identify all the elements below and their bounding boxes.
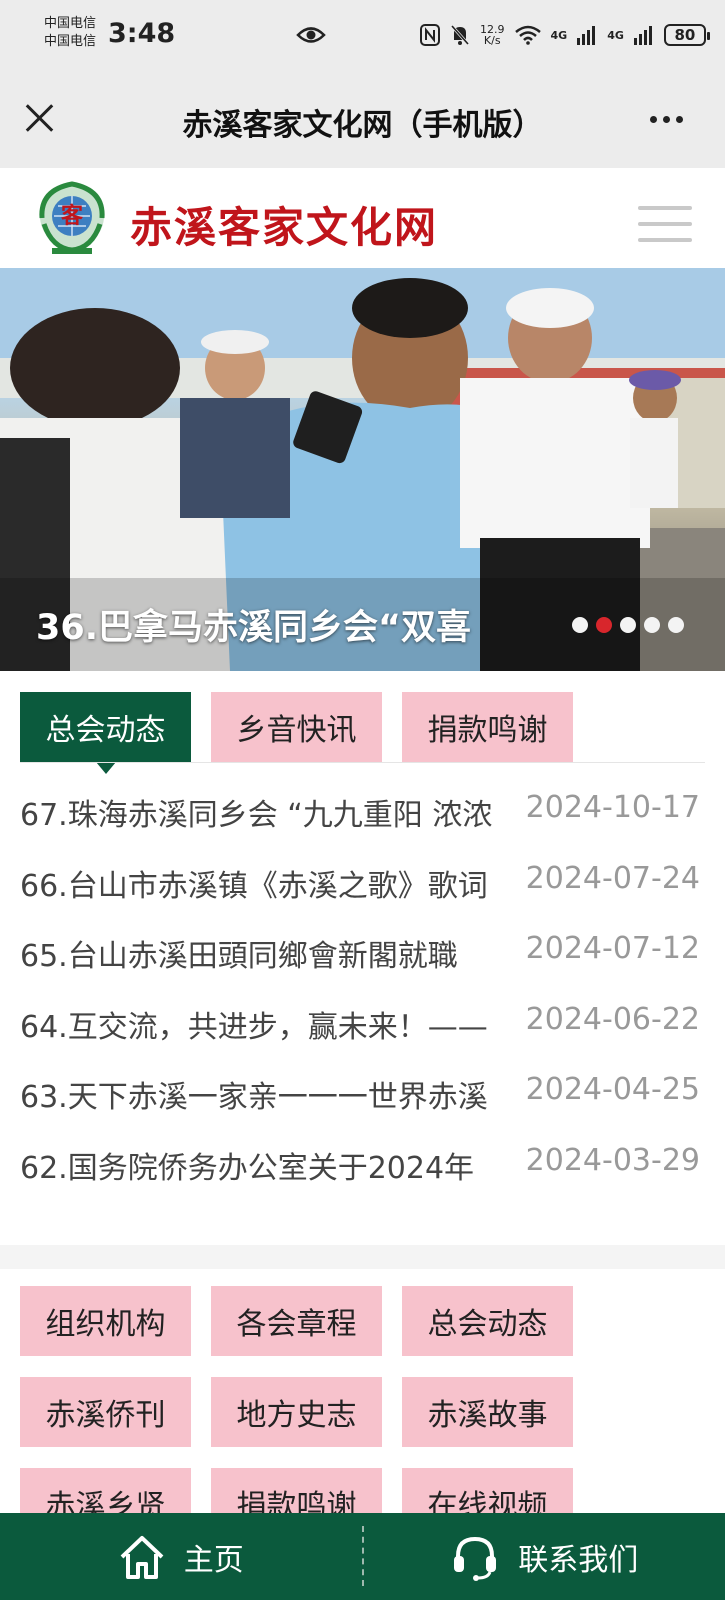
news-title[interactable]: 64.互交流，共进步，赢未来！—— bbox=[20, 1002, 504, 1046]
home-icon bbox=[120, 1535, 164, 1579]
tab-divider bbox=[20, 762, 705, 763]
category-charters[interactable]: 各会章程 bbox=[211, 1286, 382, 1356]
category-local-history[interactable]: 地方史志 bbox=[211, 1377, 382, 1447]
tab-hometown-news[interactable]: 乡音快讯 bbox=[211, 692, 382, 762]
news-date: 2024-07-12 bbox=[525, 931, 700, 966]
network-type-2: 4G bbox=[607, 28, 624, 42]
more-options-icon[interactable] bbox=[650, 116, 683, 123]
news-title[interactable]: 67.珠海赤溪同乡会 “九九重阳 浓浓 bbox=[20, 790, 504, 834]
list-item[interactable]: 67.珠海赤溪同乡会 “九九重阳 浓浓 2024-10-17 bbox=[20, 790, 700, 861]
news-title[interactable]: 66.台山市赤溪镇《赤溪之歌》歌词 bbox=[20, 861, 504, 905]
carousel-caption[interactable]: 36.巴拿马赤溪同乡会“双喜 bbox=[36, 599, 471, 650]
battery-indicator: 80 bbox=[663, 24, 710, 46]
news-date: 2024-04-25 bbox=[525, 1072, 700, 1107]
carousel-dot[interactable] bbox=[572, 617, 588, 633]
wifi-icon bbox=[514, 25, 541, 45]
tab-donation-thanks[interactable]: 捐款鸣谢 bbox=[402, 692, 573, 762]
list-item[interactable]: 64.互交流，共进步，赢未来！—— 2024-06-22 bbox=[20, 1002, 700, 1073]
list-item[interactable]: 66.台山市赤溪镇《赤溪之歌》歌词 2024-07-24 bbox=[20, 861, 700, 932]
carrier-labels: 中国电信 中国电信 bbox=[44, 15, 96, 51]
page-title: 赤溪客家文化网（手机版） bbox=[182, 108, 543, 143]
site-logo-text[interactable]: 赤溪客家文化网 bbox=[130, 194, 438, 255]
news-date: 2024-03-29 bbox=[525, 1142, 700, 1178]
news-tabs: 总会动态 乡音快讯 捐款鸣谢 bbox=[20, 692, 573, 774]
tab-association-news[interactable]: 总会动态 bbox=[20, 692, 191, 774]
contact-button[interactable]: 联系我们 bbox=[364, 1513, 725, 1600]
site-logo-emblem[interactable]: 客 bbox=[32, 178, 112, 258]
contact-label: 联系我们 bbox=[518, 1542, 639, 1578]
carousel-dot[interactable] bbox=[620, 617, 636, 633]
bottom-nav: 主页 联系我们 bbox=[0, 1513, 725, 1600]
site-header: 客 赤溪客家文化网 bbox=[0, 168, 725, 268]
headset-icon bbox=[454, 1536, 497, 1581]
eye-icon bbox=[296, 27, 326, 43]
network-type-1: 4G bbox=[550, 28, 568, 42]
signal-icon bbox=[577, 26, 596, 45]
menu-icon[interactable] bbox=[638, 206, 692, 254]
status-bar: 中国电信 中国电信 3:48 12.9 K/s 4G 4G 80 bbox=[0, 0, 725, 72]
news-list: 67.珠海赤溪同乡会 “九九重阳 浓浓 2024-10-17 66.台山市赤溪镇… bbox=[20, 790, 700, 1213]
status-icons: 12.9 K/s 4G 4G 80 bbox=[420, 20, 710, 50]
mute-bell-icon bbox=[450, 25, 470, 45]
list-item[interactable]: 65.台山赤溪田頭同鄉會新閣就職 2024-07-12 bbox=[20, 931, 700, 1002]
news-carousel[interactable]: 36.巴拿马赤溪同乡会“双喜 bbox=[0, 268, 725, 671]
category-journal[interactable]: 赤溪侨刊 bbox=[20, 1377, 191, 1447]
carrier-1: 中国电信 bbox=[44, 16, 97, 31]
category-stories[interactable]: 赤溪故事 bbox=[402, 1377, 573, 1447]
carrier-2: 中国电信 bbox=[44, 34, 97, 49]
signal-icon bbox=[633, 26, 652, 45]
news-date: 2024-06-22 bbox=[525, 1001, 700, 1037]
app-title-bar: 赤溪客家文化网（手机版） bbox=[0, 72, 725, 168]
list-item[interactable]: 63.天下赤溪一家亲一一一世界赤溪 2024-04-25 bbox=[20, 1072, 700, 1143]
news-title[interactable]: 63.天下赤溪一家亲一一一世界赤溪 bbox=[20, 1072, 504, 1116]
category-grid: 组织机构 各会章程 总会动态 赤溪侨刊 地方史志 赤溪故事 赤溪乡贤 捐款鸣谢 … bbox=[20, 1286, 620, 1538]
svg-text:客: 客 bbox=[61, 203, 84, 229]
carousel-indicators bbox=[572, 617, 684, 633]
carousel-dot[interactable] bbox=[644, 617, 660, 633]
section-divider bbox=[0, 1245, 725, 1269]
list-item[interactable]: 62.国务院侨务办公室关于2024年 2024-03-29 bbox=[20, 1143, 700, 1214]
category-association-news[interactable]: 总会动态 bbox=[402, 1286, 573, 1356]
speed-unit: K/s bbox=[483, 34, 501, 47]
nfc-icon bbox=[420, 24, 440, 46]
news-date: 2024-10-17 bbox=[525, 790, 700, 825]
news-title[interactable]: 62.国务院侨务办公室关于2024年 bbox=[20, 1143, 504, 1187]
network-speed: 12.9 K/s bbox=[480, 24, 505, 46]
news-title[interactable]: 65.台山赤溪田頭同鄉會新閣就職 bbox=[20, 931, 504, 975]
carousel-dot-active[interactable] bbox=[596, 617, 612, 633]
home-button[interactable]: 主页 bbox=[0, 1513, 362, 1600]
carousel-dot[interactable] bbox=[668, 617, 684, 633]
news-date: 2024-07-24 bbox=[525, 860, 700, 896]
clock: 3:48 bbox=[108, 18, 176, 49]
home-label: 主页 bbox=[183, 1542, 244, 1578]
category-organization[interactable]: 组织机构 bbox=[20, 1286, 191, 1356]
